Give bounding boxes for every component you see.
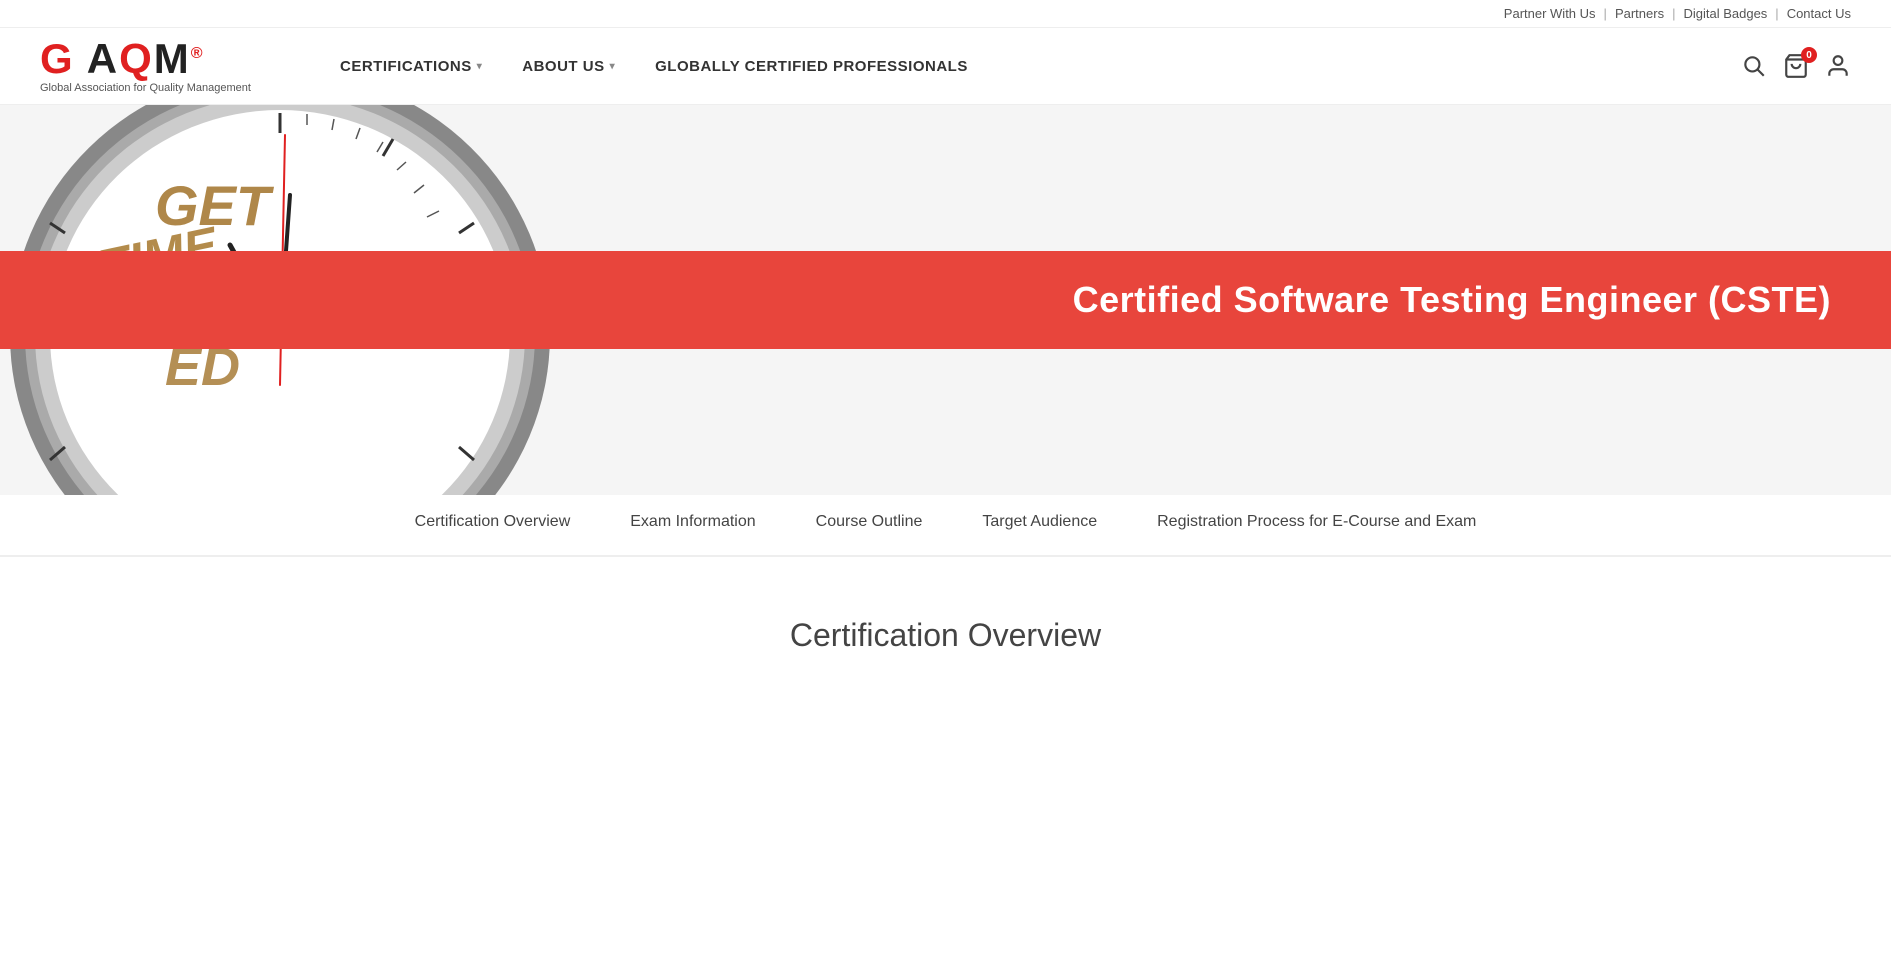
logo-tagline: Global Association for Quality Managemen… — [40, 82, 260, 94]
nav-globally-certified[interactable]: GLOBALLY CERTIFIED PROFESSIONALS — [655, 58, 968, 75]
cart-button[interactable]: 0 — [1783, 53, 1809, 79]
svg-text:GET: GET — [155, 174, 275, 237]
nav-about-us[interactable]: ABOUT US ▾ — [522, 58, 615, 75]
logo: G AQM® — [40, 38, 260, 80]
hero-banner: Certified Software Testing Engineer (CST… — [0, 251, 1891, 349]
search-icon — [1741, 53, 1767, 79]
logo-g: G — [40, 35, 75, 82]
top-bar: Partner With Us | Partners | Digital Bad… — [0, 0, 1891, 28]
tabs-section: Certification Overview Exam Information … — [0, 495, 1891, 557]
user-icon — [1825, 53, 1851, 79]
separator-3: | — [1775, 6, 1778, 21]
header-icons: 0 — [1741, 53, 1851, 79]
cart-count-badge: 0 — [1801, 47, 1817, 63]
logo-q: Q — [119, 35, 154, 82]
partner-with-us-link[interactable]: Partner With Us — [1504, 6, 1596, 21]
header: G AQM® Global Association for Quality Ma… — [0, 28, 1891, 105]
hero-section: TIME TO GET CERTIFI ED Certified Softwar… — [0, 105, 1891, 495]
nav-certifications[interactable]: CERTIFICATIONS ▾ — [340, 58, 482, 75]
tab-registration-process[interactable]: Registration Process for E-Course and Ex… — [1157, 513, 1476, 537]
tab-certification-overview[interactable]: Certification Overview — [415, 513, 571, 537]
main-nav: CERTIFICATIONS ▾ ABOUT US ▾ GLOBALLY CER… — [340, 58, 1741, 75]
tab-course-outline[interactable]: Course Outline — [816, 513, 923, 537]
logo-area[interactable]: G AQM® Global Association for Quality Ma… — [40, 38, 260, 94]
separator-2: | — [1672, 6, 1675, 21]
search-button[interactable] — [1741, 53, 1767, 79]
hero-title: Certified Software Testing Engineer (CST… — [1073, 279, 1831, 321]
content-section: Certification Overview — [0, 557, 1891, 694]
tab-target-audience[interactable]: Target Audience — [982, 513, 1097, 537]
partners-link[interactable]: Partners — [1615, 6, 1664, 21]
separator-1: | — [1604, 6, 1607, 21]
digital-badges-link[interactable]: Digital Badges — [1683, 6, 1767, 21]
logo-reg: ® — [191, 45, 205, 62]
chevron-down-icon: ▾ — [477, 61, 483, 72]
logo-m: M — [154, 35, 191, 82]
user-button[interactable] — [1825, 53, 1851, 79]
chevron-down-icon: ▾ — [610, 61, 616, 72]
content-title: Certification Overview — [40, 617, 1851, 654]
tab-exam-information[interactable]: Exam Information — [630, 513, 755, 537]
logo-a: A — [75, 35, 119, 82]
contact-us-link[interactable]: Contact Us — [1787, 6, 1851, 21]
